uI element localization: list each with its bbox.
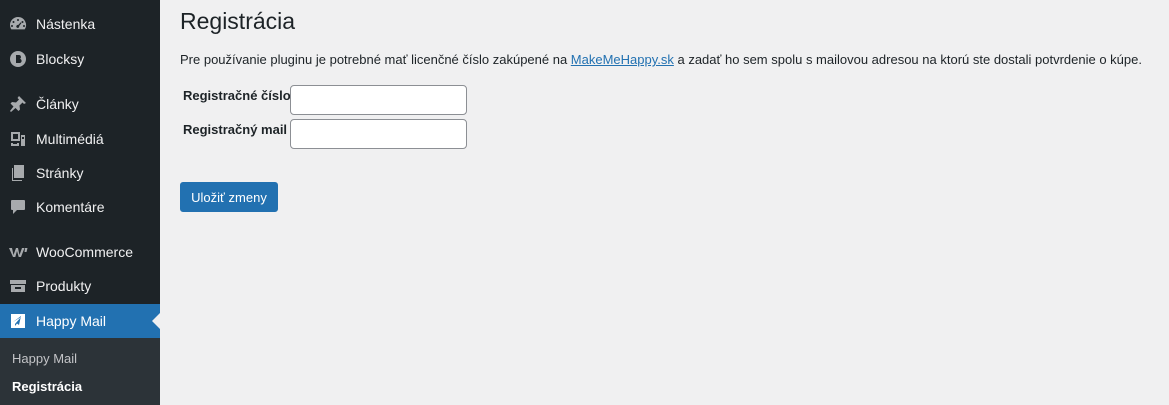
main-content: Registrácia Pre používanie pluginu je po… <box>160 0 1169 405</box>
sidebar-item-label: Komentáre <box>36 199 105 215</box>
page-description: Pre používanie pluginu je potrebné mať l… <box>180 52 1142 67</box>
sidebar-item-produkty[interactable]: Produkty <box>0 269 160 303</box>
pin-icon <box>0 87 36 121</box>
sidebar-item-komentare[interactable]: Komentáre <box>0 190 160 224</box>
comments-icon <box>0 190 36 224</box>
sidebar-item-label: Články <box>36 96 79 112</box>
sidebar-item-blocksy[interactable]: Blocksy <box>0 42 160 76</box>
page-title: Registrácia <box>180 8 296 34</box>
sidebar-item-happy-mail[interactable]: Happy Mail <box>0 304 160 338</box>
sidebar-item-label: Blocksy <box>36 51 85 67</box>
sidebar-submenu: Happy Mail Registrácia <box>0 338 160 405</box>
sidebar-item-label: Stránky <box>36 165 84 181</box>
registration-number-label: Registračné číslo <box>183 88 291 103</box>
sidebar-item-label: Produkty <box>36 278 92 294</box>
sidebar-item-label: Nástenka <box>36 16 96 32</box>
sidebar-item-label: Happy Mail <box>36 313 107 329</box>
admin-sidebar: Nástenka Blocksy Články Multimédiá Strán… <box>0 0 160 405</box>
media-icon <box>0 122 36 156</box>
products-icon <box>0 269 36 303</box>
dashboard-icon <box>0 7 36 41</box>
sidebar-item-clanky[interactable]: Články <box>0 87 160 121</box>
submenu-item-happy-mail[interactable]: Happy Mail <box>12 351 77 366</box>
pages-icon <box>0 156 36 190</box>
submenu-item-registracia[interactable]: Registrácia <box>12 379 82 394</box>
sidebar-item-label: Multimédiá <box>36 131 104 147</box>
paper-plane-icon <box>0 304 36 338</box>
save-changes-button[interactable]: Uložiť zmeny <box>180 182 278 212</box>
description-text-end: a zadať ho sem spolu s mailovou adresou … <box>673 52 1142 67</box>
registration-number-input[interactable] <box>290 85 467 115</box>
registration-mail-label: Registračný mail <box>183 122 288 137</box>
sidebar-item-woocommerce[interactable]: WooCommerce <box>0 235 160 269</box>
description-text: Pre používanie pluginu je potrebné mať l… <box>180 52 571 67</box>
blocksy-icon <box>0 42 36 76</box>
sidebar-item-multimedia[interactable]: Multimédiá <box>0 122 160 156</box>
sidebar-item-nastenka[interactable]: Nástenka <box>0 7 160 41</box>
sidebar-item-label: WooCommerce <box>36 244 133 260</box>
woocommerce-icon <box>0 235 36 269</box>
sidebar-item-stranky[interactable]: Stránky <box>0 156 160 190</box>
makemehappy-link[interactable]: MakeMeHappy.sk <box>571 52 674 67</box>
registration-mail-input[interactable] <box>290 119 467 149</box>
